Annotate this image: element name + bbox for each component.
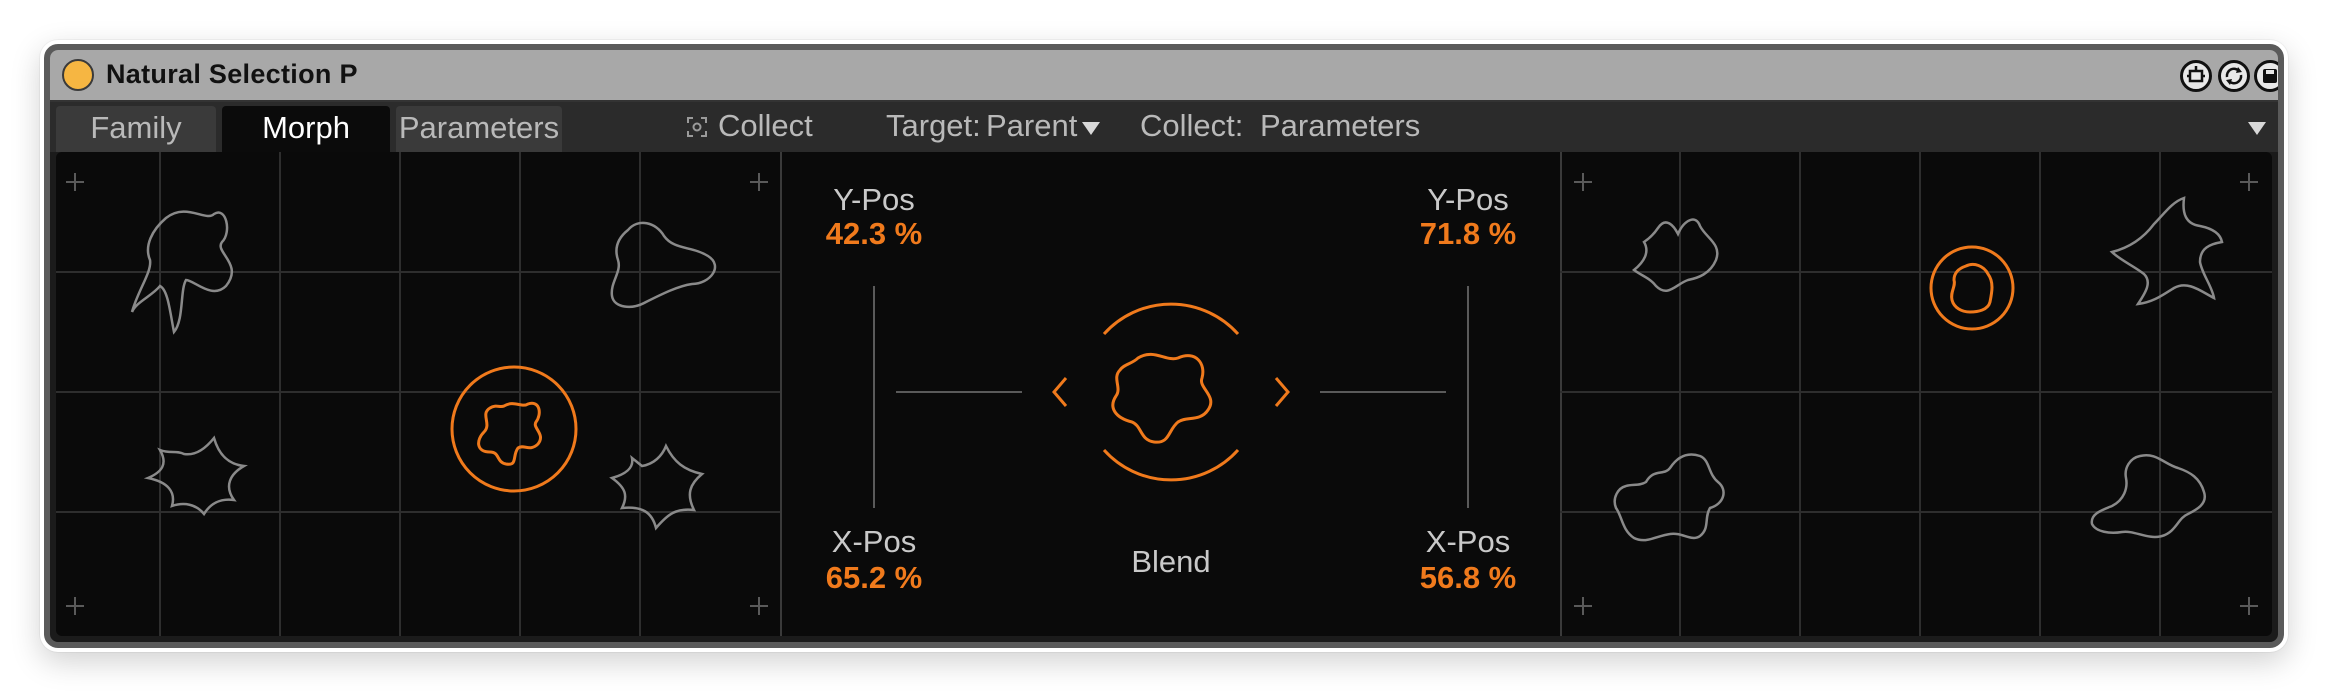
left-x-pos-value[interactable]: 65.2 % [794, 560, 954, 596]
right-y-pos-label: Y-Pos [1427, 182, 1509, 217]
right-xy-pad[interactable] [1560, 152, 2272, 636]
corner-plus-marks [1574, 173, 2258, 615]
right-x-pos-label: X-Pos [1425, 524, 1511, 559]
collect-type-value: Parameters [1260, 108, 1421, 143]
target-label: Target: [886, 108, 981, 143]
title-bar: Natural Selection P [50, 50, 2278, 102]
target-dropdown[interactable]: Target: Parent [886, 102, 1106, 152]
dropdown-arrow-icon [1082, 122, 1100, 135]
sample-blobs [130, 210, 717, 531]
collect-icon [687, 117, 707, 137]
sample-blobs [1613, 196, 2224, 542]
left-x-pos-label: X-Pos [831, 524, 917, 559]
target-value: Parent [986, 108, 1078, 143]
morph-view: Y-Pos 42.3 % X-Pos 65.2 % Y-Pos 71.8 % X… [56, 152, 2272, 636]
blend-label: Blend [1131, 544, 1211, 579]
power-icon[interactable] [62, 59, 94, 91]
refresh-icon[interactable] [2218, 60, 2250, 92]
left-xy-pad[interactable] [56, 152, 782, 636]
tab-family-tree[interactable]: Family Tree [56, 106, 216, 189]
collect-dropdown[interactable]: Collect: Parameters [1140, 102, 2270, 152]
tab-morph[interactable]: Morph [222, 106, 390, 152]
chevron-right-icon[interactable] [1274, 377, 1290, 407]
device-title: Natural Selection P [106, 59, 358, 89]
collect-button-label: Collect [718, 108, 813, 143]
device-window: Natural Selection P Family Morph Paramet… [44, 44, 2284, 648]
right-cursor [1929, 245, 2015, 331]
blend-control[interactable] [1102, 302, 1240, 482]
left-cursor [450, 365, 578, 493]
corner-plus-marks [66, 173, 768, 615]
left-y-pos-label: Y-Pos [833, 182, 915, 217]
collect-type-label: Collect: [1140, 108, 1244, 143]
blend-area: Y-Pos 42.3 % X-Pos 65.2 % Y-Pos 71.8 % X… [782, 152, 1560, 636]
save-icon[interactable] [2254, 60, 2278, 92]
left-y-pos-value[interactable]: 42.3 % [794, 216, 954, 252]
collect-button[interactable]: Collect [682, 102, 813, 152]
tab-parameters[interactable]: Parameters [396, 106, 562, 152]
pin-icon[interactable] [2180, 60, 2212, 92]
right-x-pos-value[interactable]: 56.8 % [1388, 560, 1548, 596]
chevron-left-icon[interactable] [1052, 377, 1068, 407]
right-y-pos-value[interactable]: 71.8 % [1388, 216, 1548, 252]
dropdown-arrow-icon [2248, 122, 2266, 135]
